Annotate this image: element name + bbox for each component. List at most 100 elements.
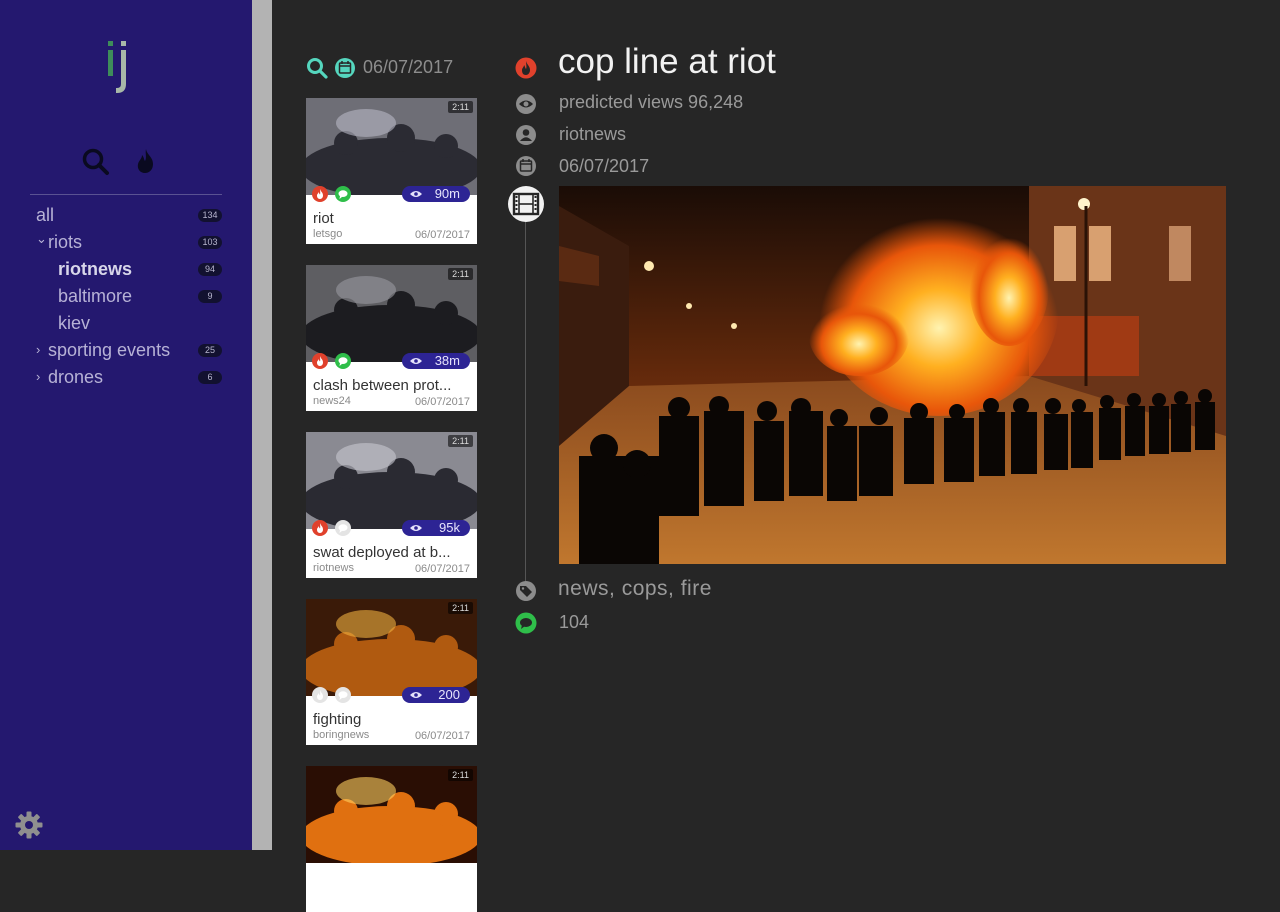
gear-icon (15, 811, 43, 839)
video-card-source: boringnews (313, 729, 370, 741)
date-indicator (515, 155, 537, 177)
comment-icon (335, 687, 351, 703)
tree-item-label: baltimore (58, 286, 133, 306)
video-card-source: riotnews (313, 562, 354, 574)
video-card-date: 06/07/2017 (414, 396, 470, 408)
video-duration: 2:11 (448, 268, 473, 280)
video-card[interactable]: 2:11 95k swat deployed at b... riotnews 06/0… (306, 432, 477, 578)
chevron-right-icon[interactable]: › (36, 336, 40, 363)
search-icon (307, 58, 328, 79)
view-count-badge: 90m (402, 186, 470, 202)
tree-item-riotnews[interactable]: riotnews 94 (0, 256, 252, 283)
video-card[interactable]: 2:11 90m riot letsgo 06/07/2017 (306, 98, 477, 244)
tree-item-sporting-events[interactable]: › sporting events 25 (0, 337, 252, 364)
list-date: 06/07/2017 (363, 57, 454, 77)
flame-icon (312, 520, 328, 536)
sidebar-divider (30, 194, 222, 195)
video-duration: 2:11 (448, 435, 473, 447)
video-thumbnail: 2:11 (306, 599, 477, 696)
video-card-title: swat deployed at b... (313, 544, 451, 561)
tree-item-riots[interactable]: ⌄ riots 103 (0, 229, 252, 256)
tag-icon (516, 581, 536, 601)
hot-indicator (515, 57, 537, 79)
video-card[interactable]: 2:11 38m clash between prot... news24 06/07/… (306, 265, 477, 411)
item-count-badge: 103 (198, 236, 222, 249)
comment-icon (335, 186, 351, 202)
tree-item-kiev[interactable]: kiev (0, 310, 252, 337)
app-logo[interactable] (106, 38, 132, 96)
item-count-badge: 94 (198, 263, 222, 276)
video-thumbnail: 2:11 (306, 766, 477, 863)
video-preview-image[interactable] (559, 186, 1226, 564)
user-icon (516, 125, 536, 145)
video-card-title: fighting (313, 711, 362, 728)
view-count: 95k (439, 520, 460, 535)
tree-item-baltimore[interactable]: baltimore 9 (0, 283, 252, 310)
comments-indicator (515, 612, 537, 634)
search-button[interactable] (81, 146, 111, 176)
comment-badge (335, 353, 351, 369)
video-author[interactable]: riotnews (559, 124, 626, 145)
play-video-button[interactable] (508, 186, 544, 222)
video-title: cop line at riot (558, 42, 776, 81)
video-card-title: clash between prot... (313, 377, 452, 394)
video-duration: 2:11 (448, 602, 473, 614)
tree-item-drones[interactable]: › drones 6 (0, 364, 252, 391)
video-card-date: 06/07/2017 (414, 563, 470, 575)
eye-icon (410, 191, 422, 197)
tree-item-label: drones (48, 367, 104, 387)
calendar-icon (335, 58, 355, 78)
eye-icon (410, 692, 422, 698)
video-card[interactable]: 2:11 200 fighting boringnews 06/07/2017 (306, 599, 477, 745)
view-count-badge: 95k (402, 520, 470, 536)
video-thumbnail: 2:11 (306, 432, 477, 529)
search-icon (82, 148, 109, 175)
category-tree: all 134 ⌄ riots 103 riotnews 94 baltimore 9 kiev ›… (0, 202, 252, 391)
comment-badge (335, 687, 351, 703)
video-card-date: 06/07/2017 (414, 229, 470, 241)
chevron-right-icon[interactable]: › (36, 363, 40, 390)
chevron-down-icon[interactable]: ⌄ (36, 225, 47, 252)
hot-badge (312, 520, 328, 536)
view-count: 200 (438, 687, 460, 702)
tree-item-label: kiev (58, 313, 91, 333)
view-count-badge: 200 (402, 687, 470, 703)
hot-badge (312, 186, 328, 202)
view-count-badge: 38m (402, 353, 470, 369)
video-card-date: 06/07/2017 (414, 730, 470, 742)
hot-badge (312, 687, 328, 703)
hot-badge (312, 353, 328, 369)
list-search-button[interactable] (306, 57, 328, 79)
flame-icon (312, 353, 328, 369)
eye-icon (410, 525, 422, 531)
settings-button[interactable] (14, 810, 44, 840)
view-count: 90m (434, 186, 460, 201)
flame-icon (312, 687, 328, 703)
video-card-title: riot (313, 210, 334, 227)
video-card[interactable]: 2:11 (306, 766, 477, 912)
video-thumbnail: 2:11 (306, 98, 477, 195)
item-count-badge: 6 (198, 371, 222, 384)
video-tags: news, cops, fire (558, 577, 712, 600)
flame-icon (137, 149, 153, 173)
comment-badge (335, 186, 351, 202)
sidebar: all 134 ⌄ riots 103 riotnews 94 baltimore 9 kiev ›… (0, 0, 252, 850)
trending-button[interactable] (133, 146, 163, 176)
eye-icon (410, 358, 422, 364)
flame-icon (515, 57, 537, 79)
comment-icon (335, 520, 351, 536)
video-duration: 2:11 (448, 101, 473, 113)
tree-item-label: sporting events (48, 340, 171, 360)
comment-icon (335, 353, 351, 369)
views-indicator (515, 93, 537, 115)
item-count-badge: 134 (198, 209, 222, 222)
video-card-source: letsgo (313, 228, 343, 240)
timeline-line (525, 212, 526, 582)
list-date-filter[interactable] (334, 57, 356, 79)
view-count: 38m (434, 353, 460, 368)
sidebar-scrollbar[interactable] (252, 0, 272, 850)
video-card-source: news24 (313, 395, 351, 407)
comment-count[interactable]: 104 (559, 612, 589, 633)
film-icon (512, 192, 540, 216)
item-count-badge: 9 (198, 290, 222, 303)
